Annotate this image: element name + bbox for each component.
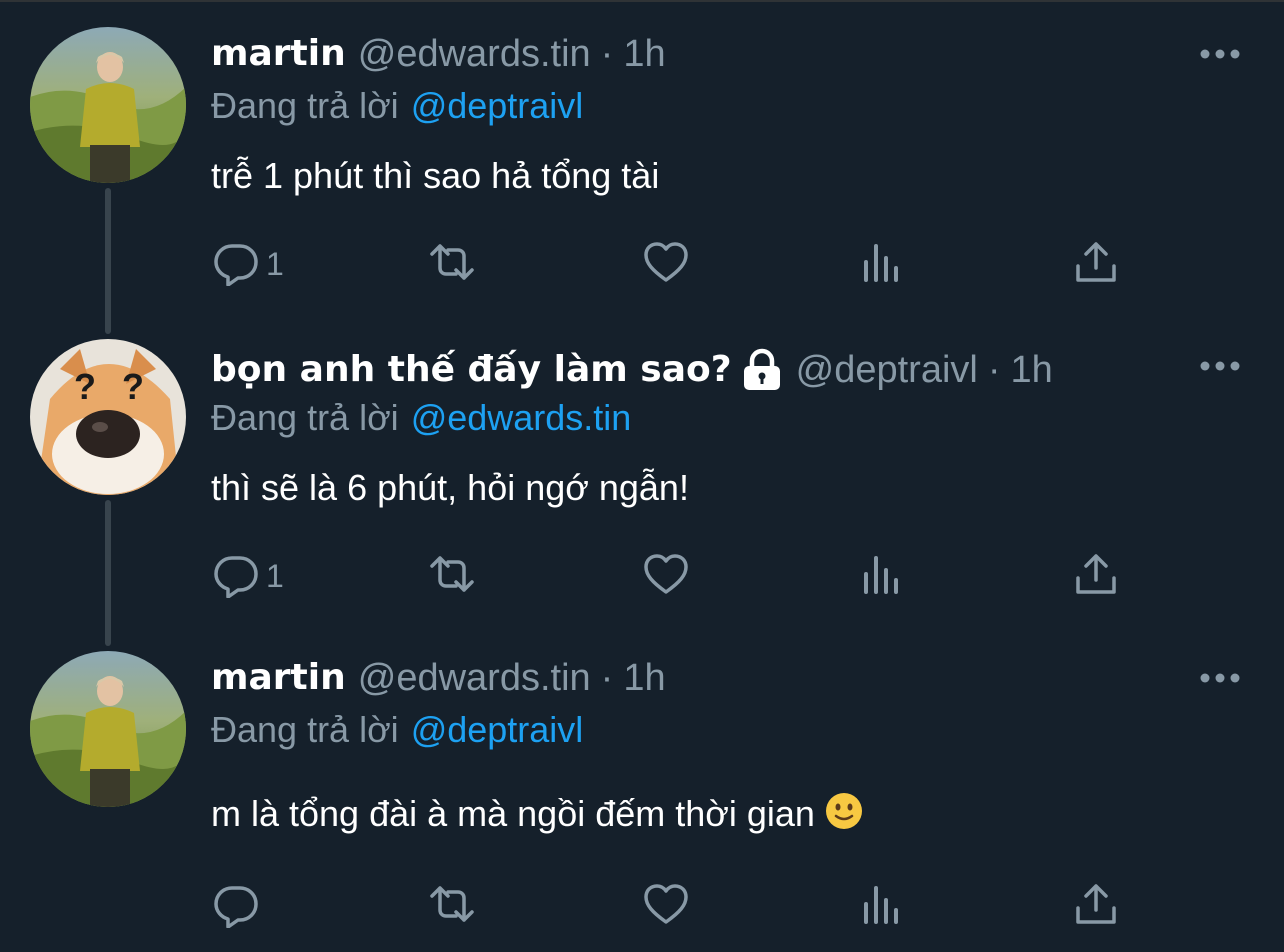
timestamp[interactable]: 1h bbox=[623, 32, 665, 76]
action-bar: 1 bbox=[0, 240, 1284, 288]
user-handle[interactable]: @deptraivl bbox=[796, 348, 978, 392]
replying-to: Đang trả lời @deptraivl bbox=[211, 708, 583, 752]
share-button[interactable] bbox=[1072, 240, 1120, 288]
share-icon bbox=[1072, 880, 1120, 932]
share-button[interactable] bbox=[1072, 882, 1120, 930]
lock-icon bbox=[740, 348, 784, 392]
analytics-icon bbox=[858, 550, 906, 602]
more-icon[interactable] bbox=[1198, 668, 1242, 688]
replying-to: Đang trả lời @edwards.tin bbox=[211, 396, 631, 440]
replying-label: Đang trả lời bbox=[211, 709, 399, 750]
reply-icon bbox=[212, 880, 260, 932]
like-button[interactable] bbox=[642, 240, 690, 288]
analytics-icon bbox=[858, 238, 906, 290]
separator: · bbox=[987, 349, 1001, 391]
reply-button[interactable]: 1 bbox=[212, 240, 284, 288]
display-name[interactable]: bọn anh thế đấy làm sao? bbox=[211, 348, 732, 392]
share-icon bbox=[1072, 550, 1120, 602]
replying-label: Đang trả lời bbox=[211, 85, 399, 126]
more-icon[interactable] bbox=[1198, 44, 1242, 64]
like-button[interactable] bbox=[642, 882, 690, 930]
share-icon bbox=[1072, 238, 1120, 290]
replying-label: Đang trả lời bbox=[211, 397, 399, 438]
reply-button[interactable]: 1 bbox=[212, 552, 284, 600]
retweet-button[interactable] bbox=[428, 882, 476, 930]
svg-text:?: ? bbox=[74, 366, 96, 407]
action-bar bbox=[0, 882, 1284, 930]
like-icon bbox=[642, 550, 690, 602]
tweet-header: bọn anh thế đấy làm sao? @deptraivl · 1h bbox=[211, 348, 1053, 392]
retweet-button[interactable] bbox=[428, 240, 476, 288]
like-icon bbox=[642, 880, 690, 932]
avatar[interactable] bbox=[30, 27, 186, 183]
mention-link[interactable]: @deptraivl bbox=[411, 85, 584, 126]
tweet[interactable]: ? ? bọn anh thế đấy làm sao? @deptraivl … bbox=[0, 312, 1284, 646]
timestamp[interactable]: 1h bbox=[1011, 348, 1053, 392]
reply-icon bbox=[212, 550, 260, 602]
tweet-header: martin @edwards.tin · 1h bbox=[211, 32, 666, 76]
user-handle[interactable]: @edwards.tin bbox=[358, 656, 591, 700]
like-icon bbox=[642, 238, 690, 290]
tweet-text: thì sẽ là 6 phút, hỏi ngớ ngẫn! bbox=[211, 467, 689, 508]
display-name[interactable]: martin bbox=[211, 656, 346, 700]
user-handle[interactable]: @edwards.tin bbox=[358, 32, 591, 76]
avatar[interactable] bbox=[30, 651, 186, 807]
tweet-text: m là tổng đài à mà ngồi đếm thời gian bbox=[211, 793, 815, 834]
retweet-icon bbox=[428, 238, 476, 290]
analytics-button[interactable] bbox=[858, 240, 906, 288]
more-icon[interactable] bbox=[1198, 356, 1242, 376]
retweet-button[interactable] bbox=[428, 552, 476, 600]
reply-icon bbox=[212, 238, 260, 290]
analytics-icon bbox=[858, 880, 906, 932]
timestamp[interactable]: 1h bbox=[623, 656, 665, 700]
tweet[interactable]: martin @edwards.tin · 1h Đang trả lời @de… bbox=[0, 624, 1284, 952]
slightly-smiling-face-emoji bbox=[825, 792, 863, 830]
mention-link[interactable]: @edwards.tin bbox=[411, 397, 632, 438]
tweet-text: trễ 1 phút thì sao hả tổng tài bbox=[211, 155, 660, 196]
tweet-header: martin @edwards.tin · 1h bbox=[211, 656, 666, 700]
analytics-button[interactable] bbox=[858, 552, 906, 600]
separator: · bbox=[600, 33, 614, 75]
reply-count: 1 bbox=[266, 245, 284, 282]
tweet[interactable]: martin @edwards.tin · 1h Đang trả lời @de… bbox=[0, 0, 1284, 334]
share-button[interactable] bbox=[1072, 552, 1120, 600]
retweet-icon bbox=[428, 550, 476, 602]
separator: · bbox=[600, 657, 614, 699]
replying-to: Đang trả lời @deptraivl bbox=[211, 84, 583, 128]
reply-count: 1 bbox=[266, 557, 284, 594]
mention-link[interactable]: @deptraivl bbox=[411, 709, 584, 750]
reply-button[interactable] bbox=[212, 882, 266, 930]
action-bar: 1 bbox=[0, 552, 1284, 600]
analytics-button[interactable] bbox=[858, 882, 906, 930]
retweet-icon bbox=[428, 880, 476, 932]
like-button[interactable] bbox=[642, 552, 690, 600]
svg-text:?: ? bbox=[122, 366, 144, 407]
tweet-text-container: m là tổng đài à mà ngồi đếm thời gian bbox=[211, 790, 863, 838]
display-name[interactable]: martin bbox=[211, 32, 346, 76]
avatar[interactable]: ? ? bbox=[30, 339, 186, 495]
